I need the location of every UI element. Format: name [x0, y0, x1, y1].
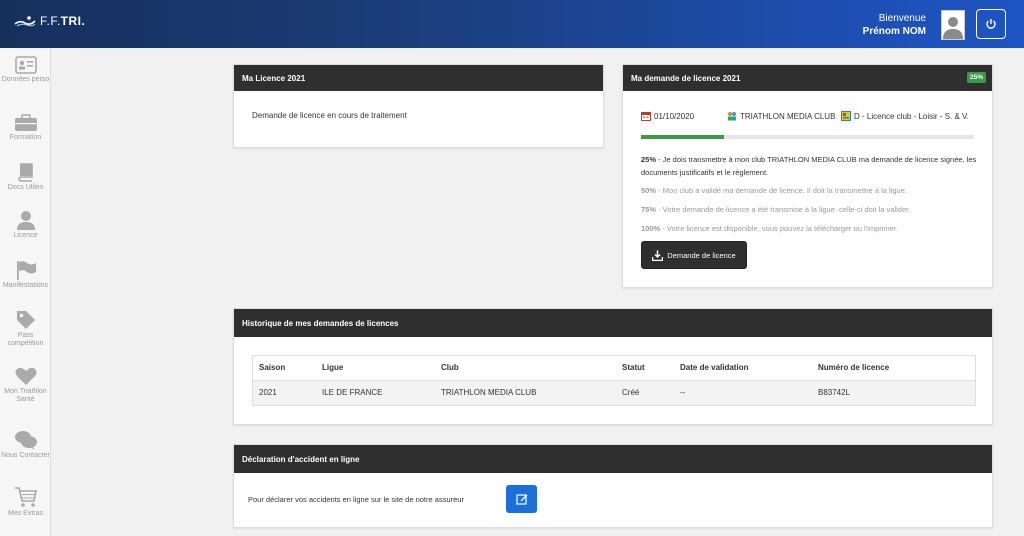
- accident-text: Pour déclarer vos accidents en ligne sur…: [248, 495, 464, 504]
- demande-type-block: D - Licence club - Loisir - S. & V.: [841, 111, 977, 122]
- step-100-pct: 100%: [641, 224, 661, 233]
- step-100-text: - Votre licence est disponible, vous pou…: [660, 224, 898, 233]
- download-icon: [652, 250, 664, 261]
- licence-panel-title: Ma Licence 2021: [234, 65, 603, 91]
- historique-table: Saison Ligue Club Statut Date de validat…: [253, 356, 975, 405]
- demande-panel: Ma demande de licence 2021 25% 01/10/202…: [622, 64, 993, 288]
- power-icon: [986, 19, 996, 29]
- sidebar-item-nous-contacter[interactable]: Nous Contacter: [0, 430, 51, 460]
- progress-badge: 25%: [966, 72, 986, 83]
- calendar-icon: [641, 112, 651, 121]
- club-icon: [728, 112, 736, 121]
- accident-panel-title: Déclaration d'accident en ligne: [234, 445, 992, 473]
- sidebar-item-label: Licence: [13, 232, 38, 239]
- welcome-text: Bienvenue: [878, 13, 926, 24]
- demande-licence-button[interactable]: Demande de licence: [641, 241, 747, 269]
- sidebar: Données perso Formation Docs Utiles Lice…: [0, 48, 51, 536]
- col-club: Club: [435, 356, 616, 381]
- col-saison: Saison: [253, 356, 316, 381]
- sidebar-item-mon-triathlon-sante[interactable]: Mon Triathlon Santé: [0, 366, 51, 404]
- cell-ligue: ILE DE FRANCE: [316, 380, 435, 405]
- sidebar-item-label: Formation: [9, 134, 42, 141]
- sidebar-item-label: Docs Utiles: [7, 184, 44, 191]
- demande-progress-fill: [641, 135, 725, 139]
- licence-type-icon: [841, 111, 851, 121]
- licence-status-message: Demande de licence en cours de traitemen…: [252, 111, 407, 120]
- step-100: 100% - Votre licence est disponible, vou…: [641, 222, 981, 235]
- demande-panel-title: Ma demande de licence 2021: [631, 73, 741, 83]
- top-bar: F.F.TRI. Bienvenue Prénom NOM: [0, 0, 1024, 48]
- step-50-text: - Mon club a validé ma demande de licenc…: [656, 186, 907, 195]
- table-header-row: Saison Ligue Club Statut Date de validat…: [253, 356, 975, 381]
- edit-icon: [515, 494, 527, 505]
- step-75: 75% - Votre demande de licence a été tra…: [641, 203, 981, 216]
- sidebar-item-donnees-perso[interactable]: Données perso: [0, 56, 51, 84]
- licence-panel: Ma Licence 2021 Demande de licence en co…: [233, 64, 604, 148]
- cell-club: TRIATHLON MEDIA CLUB: [435, 380, 616, 405]
- chat-icon: [14, 431, 37, 450]
- col-numero-licence: Numéro de licence: [812, 356, 975, 381]
- sidebar-item-label: Mes Extras: [7, 510, 43, 517]
- demande-licence-type: D - Licence club - Loisir - S. & V.: [854, 112, 969, 121]
- step-25-text: - Je dois transmettre à mon club TRIATHL…: [641, 155, 977, 177]
- demande-date-block: 01/10/2020: [641, 111, 727, 122]
- demande-licence-button-label: Demande de licence: [667, 250, 736, 260]
- historique-panel-title: Historique de mes demandes de licences: [234, 309, 992, 337]
- col-date-validation: Date de validation: [674, 356, 812, 381]
- step-75-text: - Votre demande de licence a été transmi…: [656, 205, 911, 214]
- sidebar-item-pass-competition[interactable]: Pass compétition: [0, 310, 51, 348]
- sidebar-item-licence[interactable]: Licence: [0, 210, 51, 240]
- demande-club-block: TRIATHLON MEDIA CLUB: [727, 111, 841, 122]
- sidebar-item-label: Nous Contacter: [1, 452, 50, 459]
- book-icon: [17, 163, 33, 182]
- user-name: Prénom NOM: [862, 26, 926, 37]
- historique-table-wrap: Saison Ligue Club Statut Date de validat…: [252, 355, 976, 406]
- welcome-block: Bienvenue Prénom NOM: [863, 12, 926, 38]
- demande-summary: 01/10/2020 TRIATHLON MEDIA CLUB D - Lice…: [641, 111, 977, 122]
- cell-statut: Créé: [616, 380, 674, 405]
- logo-bold: TRI.: [60, 14, 86, 28]
- cell-numero-licence: B83742L: [812, 380, 975, 405]
- swimmer-logo-icon: [14, 16, 36, 27]
- demande-date: 01/10/2020: [654, 112, 695, 121]
- cell-saison: 2021: [253, 380, 316, 405]
- sidebar-item-label: Manifestations: [2, 282, 49, 289]
- step-75-pct: 75%: [641, 205, 657, 214]
- user-icon: [16, 211, 35, 230]
- step-25-pct: 25%: [641, 155, 657, 164]
- sidebar-item-manifestations[interactable]: Manifestations: [0, 260, 51, 290]
- fftri-logo[interactable]: F.F.TRI.: [14, 14, 85, 28]
- avatar[interactable]: [941, 10, 965, 40]
- briefcase-icon: [14, 114, 37, 131]
- sidebar-item-label: Mon Triathlon Santé: [4, 388, 47, 403]
- step-50-pct: 50%: [641, 186, 657, 195]
- demande-panel-header: Ma demande de licence 2021 25%: [623, 65, 992, 91]
- sidebar-item-label: Pass compétition: [7, 332, 44, 347]
- table-row: 2021 ILE DE FRANCE TRIATHLON MEDIA CLUB …: [253, 380, 975, 405]
- sidebar-item-label: Données perso: [1, 76, 50, 83]
- step-25: 25% - Je dois transmettre à mon club TRI…: [641, 153, 981, 179]
- demande-club: TRIATHLON MEDIA CLUB: [740, 112, 836, 121]
- step-50: 50% - Mon club a validé ma demande de li…: [641, 184, 981, 197]
- id-card-icon: [14, 56, 37, 74]
- logout-button[interactable]: [976, 9, 1006, 39]
- avatar-person-icon: [943, 17, 963, 39]
- cell-date-validation: --: [674, 380, 812, 405]
- col-ligue: Ligue: [316, 356, 435, 381]
- sidebar-item-formation[interactable]: Formation: [0, 114, 51, 142]
- logo-text: F.F.TRI.: [40, 14, 85, 28]
- heart-icon: [15, 367, 36, 385]
- sidebar-item-mes-extras[interactable]: Mes Extras: [0, 486, 51, 518]
- logo-prefix: F.F.: [40, 14, 61, 28]
- cart-icon: [14, 487, 37, 507]
- tag-icon: [16, 311, 35, 329]
- flag-icon: [16, 261, 36, 280]
- accident-panel: Déclaration d'accident en ligne Pour déc…: [233, 444, 993, 528]
- col-statut: Statut: [616, 356, 674, 381]
- sidebar-item-docs-utiles[interactable]: Docs Utiles: [0, 162, 51, 192]
- accident-declare-button[interactable]: [506, 485, 537, 513]
- demande-progress-bar: [641, 135, 974, 139]
- historique-panel: Historique de mes demandes de licences S…: [233, 308, 993, 425]
